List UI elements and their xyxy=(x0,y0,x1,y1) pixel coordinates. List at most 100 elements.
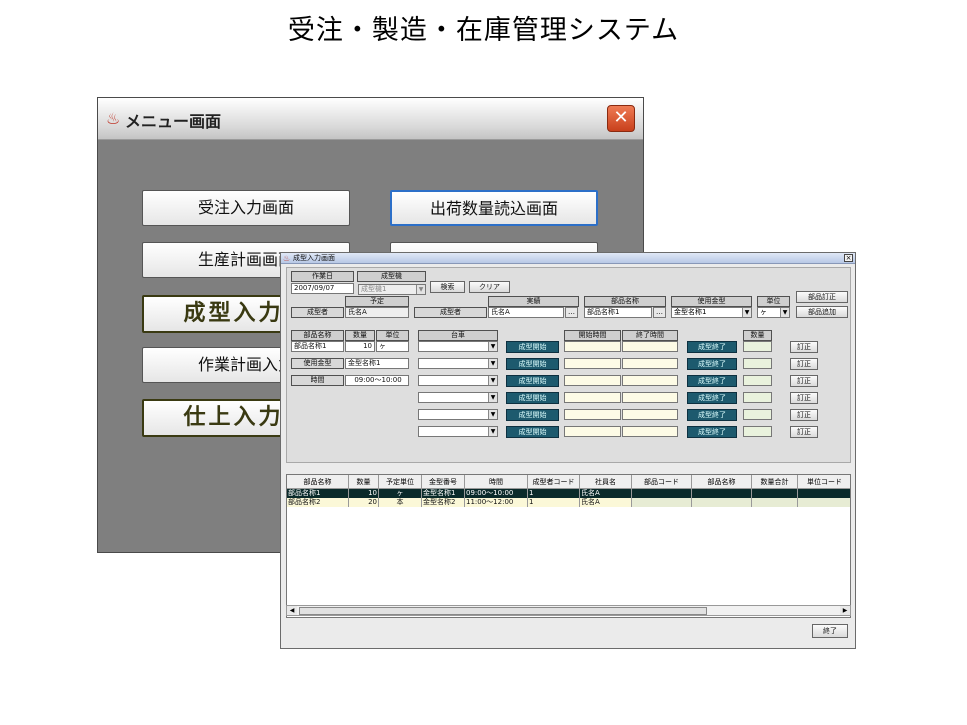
fix-button[interactable]: 訂正 xyxy=(790,392,818,404)
end-time-field[interactable] xyxy=(622,426,678,437)
start-button[interactable]: 成型開始 xyxy=(506,426,559,438)
vehicle-select[interactable]: ▼ xyxy=(418,426,498,437)
table-cell: 部品名称2 xyxy=(287,498,349,507)
end-time-field[interactable] xyxy=(622,392,678,403)
time-field[interactable]: 09:00〜10:00 xyxy=(345,375,409,386)
plan-qty-field[interactable]: 10 xyxy=(345,341,375,352)
molder-lookup-button[interactable]: … xyxy=(565,307,578,318)
vehicle-select[interactable]: ▼ xyxy=(418,358,498,369)
count-field[interactable] xyxy=(743,426,772,437)
use-mold-field[interactable]: 金型名称1 xyxy=(345,358,409,369)
start-time-field[interactable] xyxy=(564,341,621,352)
table-cell xyxy=(798,498,850,507)
end-time-field[interactable] xyxy=(622,409,678,420)
end-time-field[interactable] xyxy=(622,375,678,386)
entry-panel: 作業日 成型機 2007/09/07 成型機1 ▼ 検索 クリア 予定 実績 部品… xyxy=(286,267,851,463)
plan-unit-field[interactable]: ヶ xyxy=(376,341,409,352)
part-lookup-button[interactable]: … xyxy=(653,307,666,318)
plan-molder-label: 成型者 xyxy=(291,307,344,318)
mold-select[interactable]: 金型名称1 ▼ xyxy=(671,307,752,318)
column-header[interactable]: 予定単位 xyxy=(379,475,422,489)
end-button[interactable]: 成型終了 xyxy=(687,409,737,421)
molding-titlebar: ♨ 成型入力画面 × xyxy=(281,253,855,264)
start-time-field[interactable] xyxy=(564,426,621,437)
column-header[interactable]: 数量合計 xyxy=(752,475,798,489)
end-button[interactable]: 成型終了 xyxy=(687,358,737,370)
start-time-field[interactable] xyxy=(564,375,621,386)
unit-select-value: ヶ xyxy=(760,308,767,316)
start-time-field[interactable] xyxy=(564,409,621,420)
horizontal-scrollbar[interactable]: ◀ ▶ xyxy=(286,605,851,616)
table-row[interactable]: 部品名称1 10 ヶ 金型名称1 09:00〜10:00 1 氏名A xyxy=(287,489,850,498)
end-time-field[interactable] xyxy=(622,358,678,369)
fix-button[interactable]: 訂正 xyxy=(790,426,818,438)
end-button[interactable]: 成型終了 xyxy=(687,392,737,404)
column-header[interactable]: 単位コード xyxy=(798,475,850,489)
close-icon[interactable]: × xyxy=(844,254,853,262)
column-header[interactable]: 時間 xyxy=(465,475,528,489)
part-name-field[interactable]: 部品名称1 xyxy=(584,307,652,318)
clear-button[interactable]: クリア xyxy=(469,281,510,293)
start-button[interactable]: 成型開始 xyxy=(506,358,559,370)
vehicle-select[interactable]: ▼ xyxy=(418,341,498,352)
fix-button[interactable]: 訂正 xyxy=(790,409,818,421)
part-fix-button[interactable]: 部品訂正 xyxy=(796,291,848,303)
count-field[interactable] xyxy=(743,375,772,386)
table-cell: 1 xyxy=(528,489,580,498)
column-header[interactable]: 社員名 xyxy=(580,475,632,489)
vehicle-select[interactable]: ▼ xyxy=(418,375,498,386)
vehicle-select[interactable]: ▼ xyxy=(418,409,498,420)
column-header[interactable]: 部品名称 xyxy=(287,475,349,489)
column-header[interactable]: 部品名称 xyxy=(692,475,752,489)
part-add-button[interactable]: 部品追加 xyxy=(796,306,848,318)
table-cell xyxy=(798,489,850,498)
start-button[interactable]: 成型開始 xyxy=(506,375,559,387)
column-header[interactable]: 数量 xyxy=(349,475,379,489)
start-time-field[interactable] xyxy=(564,392,621,403)
plan-molder-field[interactable]: 氏名A xyxy=(345,307,409,318)
column-header[interactable]: 部品コード xyxy=(632,475,692,489)
table-row[interactable]: 部品名称2 20 本 金型名称2 11:00〜12:00 1 氏名A xyxy=(287,498,850,507)
search-button[interactable]: 検索 xyxy=(430,281,465,293)
mold-select-value: 金型名称1 xyxy=(674,308,707,316)
start-button[interactable]: 成型開始 xyxy=(506,341,559,353)
count-field[interactable] xyxy=(743,392,772,403)
end-button[interactable]: 成型終了 xyxy=(687,341,737,353)
start-time-label: 開始時間 xyxy=(564,330,621,341)
table-cell: 金型名称1 xyxy=(422,489,465,498)
end-button[interactable]: 成型終了 xyxy=(687,426,737,438)
column-header[interactable]: 成型者コード xyxy=(528,475,580,489)
end-time-label: 終了時間 xyxy=(622,330,678,341)
machine-select[interactable]: 成型機1 ▼ xyxy=(358,284,426,295)
shipment-import-button[interactable]: 出荷数量読込画面 xyxy=(390,190,598,226)
count-field[interactable] xyxy=(743,358,772,369)
table-cell: 10 xyxy=(349,489,379,498)
start-time-field[interactable] xyxy=(564,358,621,369)
actual-molder-field[interactable]: 氏名A xyxy=(488,307,564,318)
column-header[interactable]: 金型番号 xyxy=(422,475,465,489)
count-field[interactable] xyxy=(743,409,772,420)
fix-button[interactable]: 訂正 xyxy=(790,358,818,370)
plan-part-field[interactable]: 部品名称1 xyxy=(291,341,344,352)
close-icon[interactable]: ✕ xyxy=(607,105,635,132)
order-entry-button[interactable]: 受注入力画面 xyxy=(142,190,350,226)
table-header: 部品名称 数量 予定単位 金型番号 時間 成型者コード 社員名 部品コード 部品… xyxy=(287,475,850,489)
scroll-right-icon[interactable]: ▶ xyxy=(840,606,850,615)
table-cell: 11:00〜12:00 xyxy=(465,498,528,507)
scroll-thumb[interactable] xyxy=(299,607,707,615)
menu-titlebar: ♨ メニュー画面 ✕ xyxy=(98,98,643,140)
count-field[interactable] xyxy=(743,341,772,352)
fix-button[interactable]: 訂正 xyxy=(790,341,818,353)
start-button[interactable]: 成型開始 xyxy=(506,409,559,421)
chevron-down-icon: ▼ xyxy=(780,308,789,317)
end-time-field[interactable] xyxy=(622,341,678,352)
vehicle-select[interactable]: ▼ xyxy=(418,392,498,403)
start-button[interactable]: 成型開始 xyxy=(506,392,559,404)
end-button[interactable]: 成型終了 xyxy=(687,375,737,387)
exit-button[interactable]: 終了 xyxy=(812,624,848,638)
results-table[interactable]: 部品名称 数量 予定単位 金型番号 時間 成型者コード 社員名 部品コード 部品… xyxy=(286,474,851,618)
scroll-left-icon[interactable]: ◀ xyxy=(287,606,297,615)
fix-button[interactable]: 訂正 xyxy=(790,375,818,387)
work-date-field[interactable]: 2007/09/07 xyxy=(291,283,354,294)
unit-select[interactable]: ヶ ▼ xyxy=(757,307,790,318)
